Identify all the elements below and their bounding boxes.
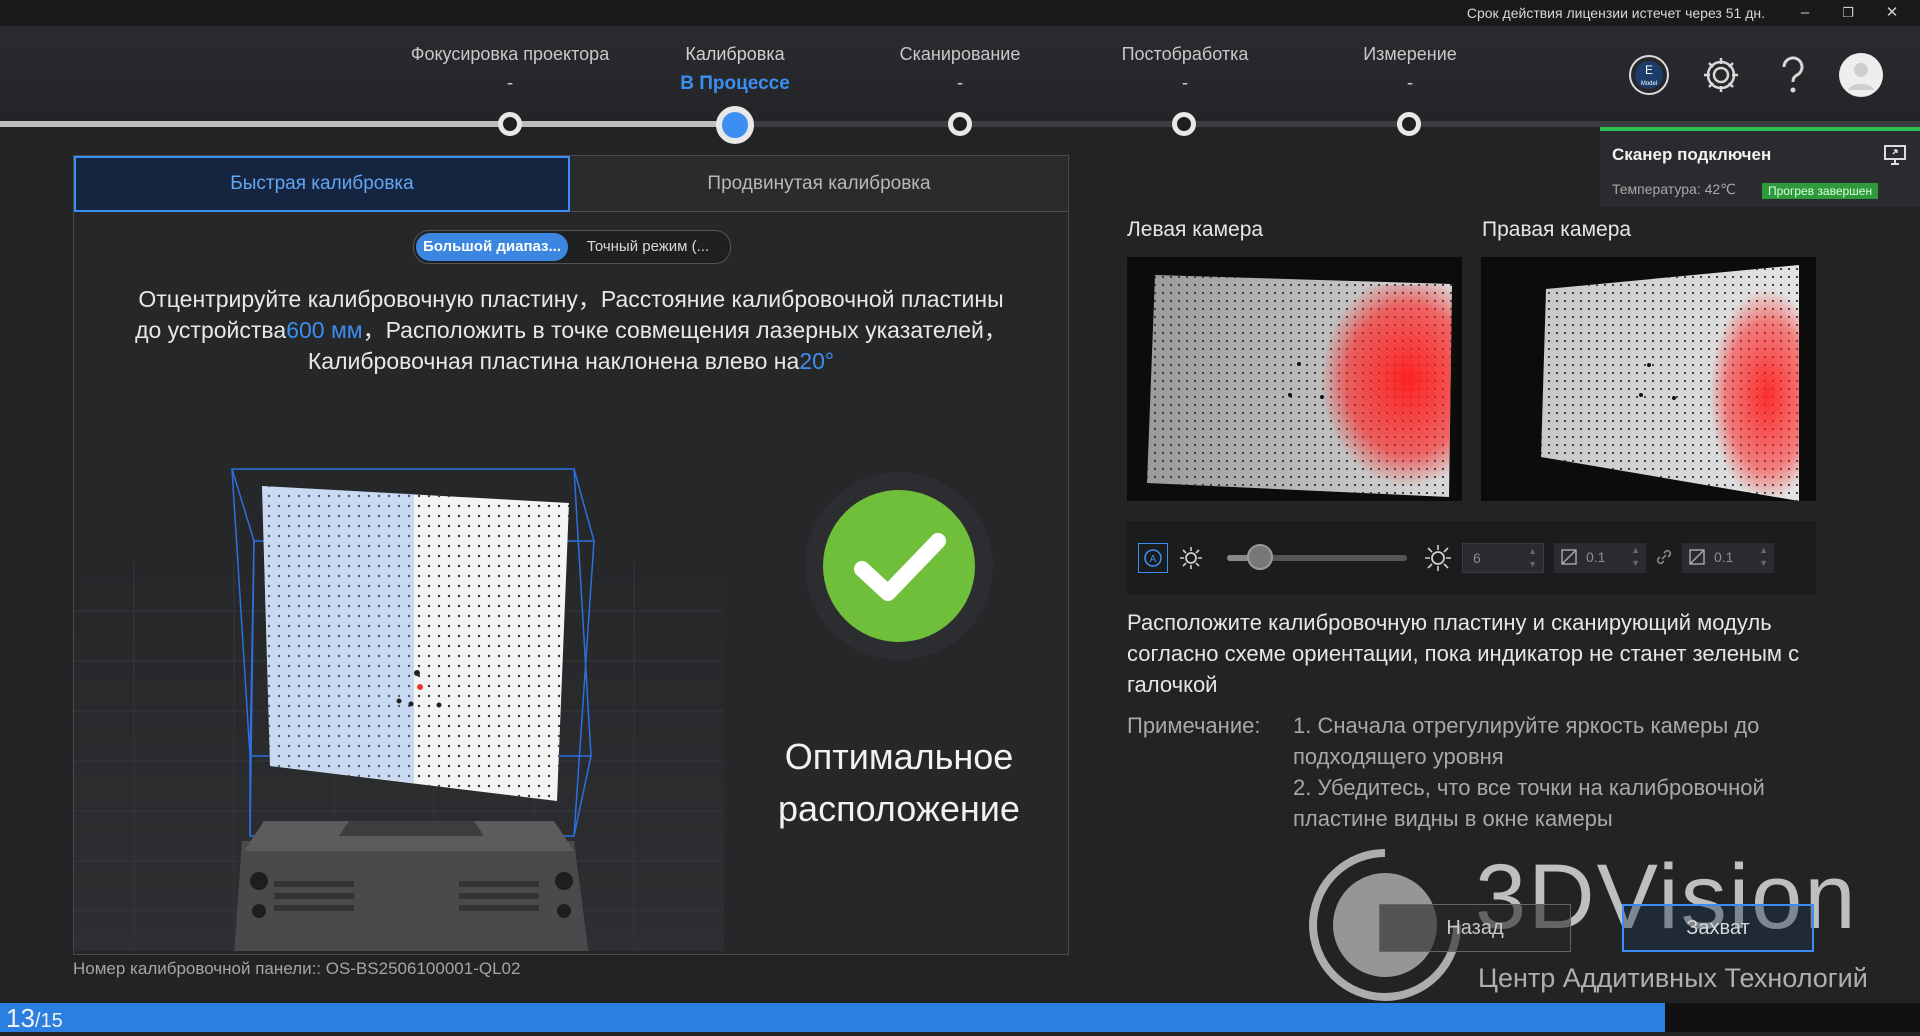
step-node-4[interactable] [1172,112,1196,136]
stepper-track-fill [0,121,735,127]
spin-down-icon[interactable]: ▼ [1759,558,1768,568]
model-icon[interactable]: E Model [1626,52,1672,98]
distance-value: 600 мм [286,317,363,343]
step-node-1[interactable] [498,112,522,136]
gain-value-1: 0.1 [1586,549,1606,565]
note-item-1: 1. Сначала отрегулируйте яркость камеры … [1293,713,1760,769]
brightness-high-icon [1424,544,1452,577]
help-icon[interactable] [1770,52,1816,98]
left-camera-label: Левая камера [1127,218,1264,241]
brightness-slider-handle[interactable] [1247,544,1273,570]
note-label: Примечание: [1127,713,1261,738]
step-status: В Процессе [680,73,790,94]
brightness-value-input[interactable]: 6 ▲ ▼ [1462,543,1544,573]
brightness-slider[interactable] [1227,544,1407,570]
brightness-value: 6 [1473,550,1481,566]
step-node-3[interactable] [948,112,972,136]
gain-input-1[interactable]: 0.1 ▲ ▼ [1554,543,1646,573]
calibration-board-serial: Номер калибровочной панели:: OS-BS250610… [73,959,521,978]
restore-button[interactable]: ❐ [1828,2,1868,24]
svg-text:E: E [1645,63,1653,77]
link-icon[interactable] [1655,548,1673,571]
spin-down-icon[interactable]: ▼ [1528,559,1537,569]
brightness-low-icon [1179,546,1203,575]
step-label: Фокусировка проектора [410,44,610,64]
result-line-2: расположение [778,788,1020,829]
auto-exposure-icon[interactable]: A [1138,543,1168,573]
step-measurement[interactable]: Измерение - [1300,44,1520,95]
avatar[interactable] [1838,52,1884,98]
instruction-text: Калибровочная пластина наклонена влево н… [307,348,800,374]
mode-switch: Большой диапаз... Точный режим (... [413,230,731,264]
orientation-diagram [74,468,724,951]
step-postprocessing[interactable]: Постобработка - [1075,44,1295,95]
mode-large-range[interactable]: Большой диапаз... [416,233,568,261]
note-item-2: 2. Убедитесь, что все точки на калиброво… [1293,775,1765,831]
step-node-2-active[interactable] [716,106,754,144]
placement-ok-indicator [804,471,994,661]
gear-icon[interactable] [1698,52,1744,98]
gain-input-2[interactable]: 0.1 ▲ ▼ [1682,543,1774,573]
gain-value-2: 0.1 [1714,549,1734,565]
left-camera-view[interactable] [1127,257,1462,501]
step-label: Измерение [1363,44,1457,64]
monitor-icon[interactable] [1884,145,1906,170]
instruction-text: до устройства [135,317,287,343]
mode-precise[interactable]: Точный режим (... [572,233,724,261]
step-projector-focus[interactable]: Фокусировка проектора - [400,44,620,95]
instruction-line-3: Калибровочная пластина наклонена влево н… [94,346,1048,377]
step-status: - [1181,73,1189,94]
progress-total: /15 [34,1010,63,1032]
placement-result-text: Оптимальное расположение [724,731,1074,835]
step-calibration[interactable]: Калибровка В Процессе [625,44,845,95]
model-icon-text: Model [1641,81,1657,87]
tab-quick-calibration[interactable]: Быстрая калибровка [74,156,570,212]
step-status: - [506,73,514,94]
step-label: Калибровка [685,44,785,64]
step-status: - [1406,73,1414,94]
spin-up-icon[interactable]: ▲ [1528,546,1537,556]
progress-current: 13 [6,1003,35,1033]
step-scanning[interactable]: Сканирование - [850,44,1070,95]
spin-down-icon[interactable]: ▼ [1631,558,1640,568]
spin-up-icon[interactable]: ▲ [1759,545,1768,555]
scanner-status-title: Сканер подключен [1612,145,1772,164]
capture-button[interactable]: Захват [1622,904,1814,952]
step-node-5[interactable] [1397,112,1421,136]
placement-description: Расположите калибровочную пластину и ска… [1127,610,1800,697]
spin-up-icon[interactable]: ▲ [1631,545,1640,555]
calibration-instruction: Отцентрируйте калибровочную пластину，Рас… [94,284,1048,377]
calibration-panel: Быстрая калибровка Продвинутая калибровк… [73,155,1069,955]
scanner-status-card: Сканер подключен Температура: 42℃ Прогре… [1600,127,1920,207]
result-line-1: Оптимальное [784,736,1014,777]
instruction-line-1: Отцентрируйте калибровочную пластину，Рас… [138,286,1004,312]
right-camera-view[interactable] [1481,257,1816,501]
title-bar: Срок действия лицензии истечет через 51 … [0,0,1920,26]
gain-icon [1688,548,1706,571]
instruction-line-2: до устройства600 мм，Расположить в точке … [94,315,1048,346]
back-button[interactable]: Назад [1379,904,1571,952]
svg-text:A: A [1150,554,1157,565]
camera-toolbar: A 6 ▲ ▼ 0.1 ▲ ▼ 0.1 ▲ ▼ [1127,521,1816,595]
note-block: Примечание: 1. Сначала отрегулируйте ярк… [1127,710,1827,831]
step-status: - [956,73,964,94]
capture-progress-fill [0,1003,1665,1032]
watermark-subtitle: Центр Аддитивных Технологий [1478,963,1868,993]
license-notice: Срок действия лицензии истечет через 51 … [1466,5,1765,21]
close-button[interactable]: ✕ [1872,2,1912,24]
step-label: Постобработка [1121,44,1249,64]
note-items: 1. Сначала отрегулируйте яркость камеры … [1293,710,1833,834]
step-label: Сканирование [899,44,1021,64]
instruction-text: ，Расположить в точке совмещения лазерных… [362,317,1007,343]
right-camera-label: Правая камера [1482,218,1632,241]
capture-progress-label: 13/15 [6,1003,63,1036]
capture-progress: 13/15 [0,1003,1920,1033]
angle-value: 20° [799,348,835,374]
warmup-badge: Прогрев завершен [1762,183,1879,199]
gain-icon [1560,548,1578,571]
tab-advanced-calibration[interactable]: Продвинутая калибровка [571,156,1067,212]
minimize-button[interactable]: – [1785,2,1825,24]
temperature-label: Температура: 42℃ [1612,181,1736,197]
checkmark-icon [805,472,993,660]
